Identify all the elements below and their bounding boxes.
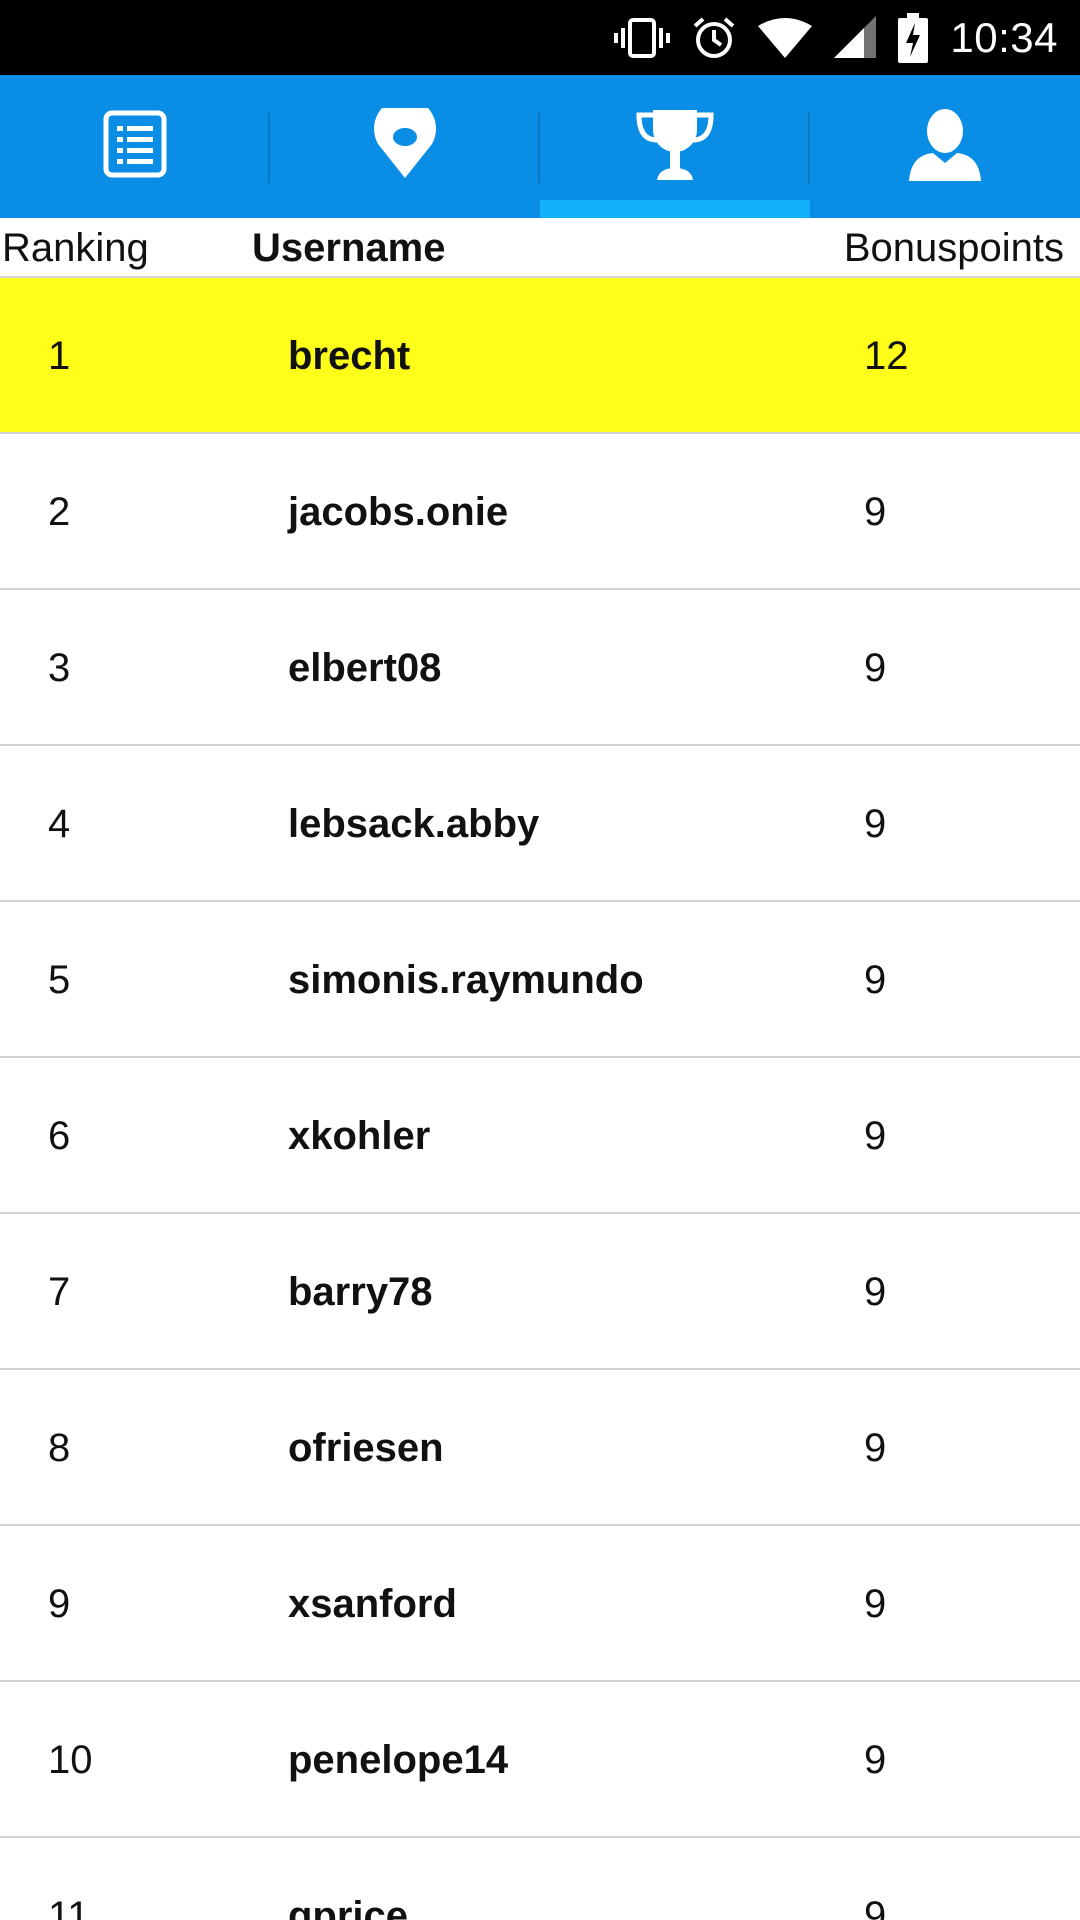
table-row[interactable]: 2 jacobs.onie 9 xyxy=(0,434,1080,590)
header-ranking: Ranking xyxy=(2,226,149,270)
table-row[interactable]: 6 xkohler 9 xyxy=(0,1058,1080,1214)
status-bar: 10:34 xyxy=(0,0,1080,75)
points-cell: 9 xyxy=(864,802,887,846)
username-cell: jacobs.onie xyxy=(288,490,509,534)
rank-cell: 10 xyxy=(48,1738,93,1782)
points-cell: 9 xyxy=(864,1894,887,1920)
rank-cell: 4 xyxy=(48,802,71,846)
selected-tab-indicator xyxy=(540,200,810,218)
trophy-icon xyxy=(635,106,715,187)
username-cell: brecht xyxy=(288,334,411,378)
vibrate-icon xyxy=(614,16,671,60)
username-cell: xsanford xyxy=(288,1582,457,1626)
table-row[interactable]: 9 xsanford 9 xyxy=(0,1526,1080,1682)
list-icon xyxy=(103,110,167,183)
tab-profile[interactable] xyxy=(810,75,1080,218)
location-pin-icon xyxy=(372,97,438,185)
table-row[interactable]: 5 simonis.raymundo 9 xyxy=(0,902,1080,1058)
points-cell: 9 xyxy=(864,1270,887,1314)
table-row[interactable]: 3 elbert08 9 xyxy=(0,590,1080,746)
points-cell: 9 xyxy=(864,646,887,690)
username-cell: ofriesen xyxy=(288,1426,444,1470)
username-cell: penelope14 xyxy=(288,1738,509,1782)
points-cell: 9 xyxy=(864,958,887,1002)
points-cell: 9 xyxy=(864,1582,887,1626)
header-bonuspoints: Bonuspoints xyxy=(843,226,1064,270)
tab-bar xyxy=(0,75,1080,218)
battery-charging-icon xyxy=(898,12,929,63)
table-row[interactable]: 11 gprice 9 xyxy=(0,1838,1080,1920)
username-cell: simonis.raymundo xyxy=(288,958,644,1002)
rank-cell: 1 xyxy=(48,334,71,378)
table-row[interactable]: 8 ofriesen 9 xyxy=(0,1370,1080,1526)
table-header: Ranking Username Bonuspoints xyxy=(0,218,1080,278)
tab-list[interactable] xyxy=(0,75,270,218)
points-cell: 9 xyxy=(864,1738,887,1782)
rank-cell: 2 xyxy=(48,490,71,534)
tab-ranking[interactable] xyxy=(540,75,810,218)
ranking-list[interactable]: 1 brecht 12 2 jacobs.onie 9 3 elbert08 9… xyxy=(0,278,1080,1920)
rank-cell: 6 xyxy=(48,1114,71,1158)
wifi-icon xyxy=(758,16,813,60)
rank-cell: 11 xyxy=(48,1894,90,1920)
username-cell: elbert08 xyxy=(288,646,442,690)
username-cell: lebsack.abby xyxy=(288,802,540,846)
clock: 10:34 xyxy=(950,13,1058,61)
rank-cell: 3 xyxy=(48,646,71,690)
rank-cell: 9 xyxy=(48,1582,71,1626)
user-icon xyxy=(907,107,983,186)
header-username: Username xyxy=(252,226,446,270)
username-cell: barry78 xyxy=(288,1270,433,1314)
points-cell: 12 xyxy=(864,334,909,378)
rank-cell: 8 xyxy=(48,1426,71,1470)
username-cell: xkohler xyxy=(288,1114,431,1158)
rank-cell: 5 xyxy=(48,958,71,1002)
table-row[interactable]: 10 penelope14 9 xyxy=(0,1682,1080,1838)
table-row[interactable]: 7 barry78 9 xyxy=(0,1214,1080,1370)
tab-map[interactable] xyxy=(270,75,540,218)
username-cell: gprice xyxy=(288,1894,409,1920)
table-row[interactable]: 4 lebsack.abby 9 xyxy=(0,746,1080,902)
rank-cell: 7 xyxy=(48,1270,71,1314)
signal-icon xyxy=(834,15,877,60)
points-cell: 9 xyxy=(864,1426,887,1470)
alarm-icon xyxy=(692,16,736,60)
points-cell: 9 xyxy=(864,1114,887,1158)
table-row[interactable]: 1 brecht 12 xyxy=(0,278,1080,434)
points-cell: 9 xyxy=(864,490,887,534)
